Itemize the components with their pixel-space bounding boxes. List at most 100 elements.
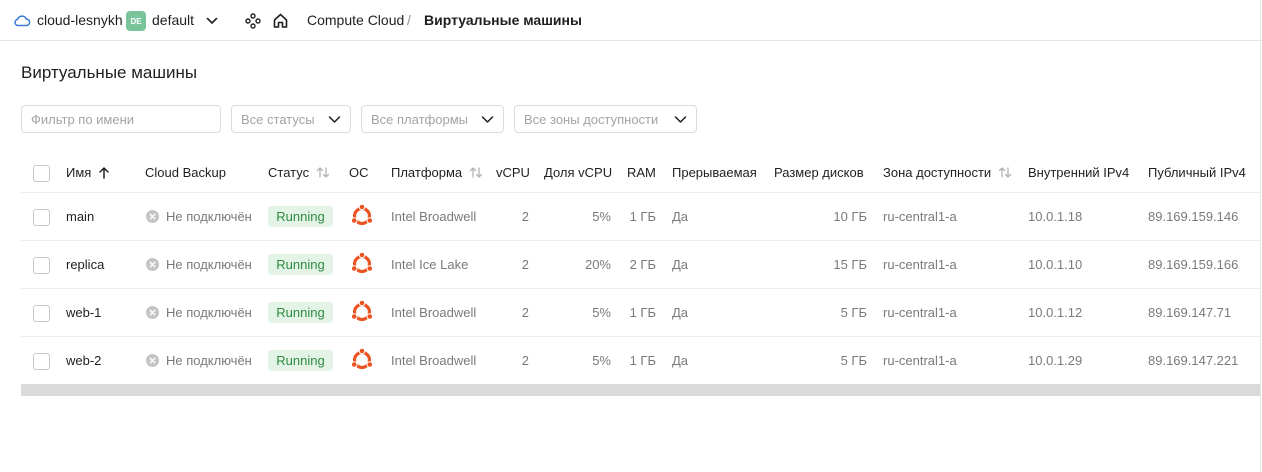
public-ip: 89.169.159.146 xyxy=(1148,209,1239,224)
backup-disconnected-icon xyxy=(146,258,159,271)
internal-ip: 10.0.1.10 xyxy=(1028,257,1083,272)
row-checkbox[interactable] xyxy=(33,257,50,274)
vm-name[interactable]: replica xyxy=(66,257,104,272)
disk-size: 15 ГБ xyxy=(833,257,867,272)
zone-select[interactable]: Все зоны доступности xyxy=(514,105,697,133)
platform: Intel Broadwell xyxy=(391,305,477,320)
backup-disconnected-icon xyxy=(146,306,159,319)
chevron-down-icon xyxy=(674,116,687,123)
backup-status: Не подключён xyxy=(166,209,252,224)
row-checkbox[interactable] xyxy=(33,305,50,322)
zone-select-value: Все зоны доступности xyxy=(524,112,659,127)
ram: 1 ГБ xyxy=(629,353,656,368)
preemptible: Да xyxy=(672,257,689,272)
preemptible: Да xyxy=(672,305,689,320)
column-status-label: Статус xyxy=(268,165,310,180)
top-bar: cloud-lesnykh DE default Compute Cloud /… xyxy=(0,0,1262,41)
sort-ascending-icon xyxy=(99,167,109,179)
home-icon[interactable] xyxy=(272,12,289,29)
column-header-ram: RAM xyxy=(627,165,656,180)
row-checkbox[interactable] xyxy=(33,209,50,226)
sort-icon xyxy=(998,167,1011,178)
row-divider xyxy=(21,288,1260,289)
ram: 2 ГБ xyxy=(629,257,656,272)
backup-status: Не подключён xyxy=(166,353,252,368)
public-ip: 89.169.159.166 xyxy=(1148,257,1239,272)
column-header-name[interactable]: Имя xyxy=(66,165,110,180)
column-header-vcpu: vCPU xyxy=(496,165,530,180)
vcpu-share: 5% xyxy=(592,305,611,320)
breadcrumb-current: Виртуальные машины xyxy=(424,12,582,28)
breadcrumb-service[interactable]: Compute Cloud xyxy=(307,12,404,28)
public-ip: 89.169.147.221 xyxy=(1148,353,1239,368)
chevron-down-icon[interactable] xyxy=(205,14,219,28)
column-header-status[interactable]: Статус xyxy=(268,165,330,180)
ubuntu-icon xyxy=(350,203,374,226)
vcpu: 2 xyxy=(521,209,529,224)
disk-size: 5 ГБ xyxy=(840,305,867,320)
platform: Intel Broadwell xyxy=(391,353,477,368)
column-header-disk-size: Размер дисков xyxy=(774,165,864,180)
row-divider xyxy=(21,192,1260,193)
status-select[interactable]: Все статусы xyxy=(231,105,351,133)
column-header-preemptible: Прерываемая xyxy=(672,165,757,180)
backup-status: Не подключён xyxy=(166,305,252,320)
internal-ip: 10.0.1.18 xyxy=(1028,209,1083,224)
platform: Intel Ice Lake xyxy=(391,257,469,272)
status-badge: Running xyxy=(268,206,333,227)
ram: 1 ГБ xyxy=(629,305,656,320)
preemptible: Да xyxy=(672,353,689,368)
status-badge: Running xyxy=(268,254,333,275)
column-header-public-ip: Публичный IPv4 xyxy=(1148,165,1246,180)
column-header-platform[interactable]: Платформа xyxy=(391,165,483,180)
select-all-checkbox[interactable] xyxy=(33,165,50,182)
vcpu-share: 5% xyxy=(592,353,611,368)
ubuntu-icon xyxy=(350,299,374,322)
vcpu: 2 xyxy=(521,305,529,320)
vcpu-share: 20% xyxy=(584,257,611,272)
sort-icon xyxy=(469,167,482,178)
zone: ru-central1-a xyxy=(883,353,957,368)
column-header-zone[interactable]: Зона доступности xyxy=(883,165,1012,180)
backup-disconnected-icon xyxy=(146,210,159,223)
platform-select-value: Все платформы xyxy=(371,112,468,127)
divider xyxy=(1260,0,1261,472)
vcpu: 2 xyxy=(521,257,529,272)
backup-disconnected-icon xyxy=(146,354,159,367)
vcpu-share: 5% xyxy=(592,209,611,224)
column-header-vcpu-share: Доля vCPU xyxy=(544,165,613,180)
cloud-icon xyxy=(14,15,31,27)
vm-name[interactable]: web-2 xyxy=(66,353,101,368)
vcpu: 2 xyxy=(521,353,529,368)
column-header-backup: Cloud Backup xyxy=(145,165,226,180)
zone: ru-central1-a xyxy=(883,305,957,320)
ubuntu-icon xyxy=(350,251,374,274)
internal-ip: 10.0.1.29 xyxy=(1028,353,1083,368)
horizontal-scrollbar[interactable] xyxy=(21,384,1260,396)
column-zone-label: Зона доступности xyxy=(883,165,992,180)
platform: Intel Broadwell xyxy=(391,209,477,224)
chevron-down-icon xyxy=(328,116,341,123)
folder-name[interactable]: default xyxy=(152,12,194,28)
column-name-label: Имя xyxy=(66,165,92,180)
disk-size: 10 ГБ xyxy=(833,209,867,224)
status-badge: Running xyxy=(268,350,333,371)
row-checkbox[interactable] xyxy=(33,353,50,370)
folder-badge: DE xyxy=(126,11,146,31)
ubuntu-icon xyxy=(350,347,374,370)
chevron-down-icon xyxy=(481,116,494,123)
vm-name[interactable]: web-1 xyxy=(66,305,101,320)
row-divider xyxy=(21,240,1260,241)
column-header-os: ОС xyxy=(349,165,369,180)
row-divider xyxy=(21,336,1260,337)
vm-name[interactable]: main xyxy=(66,209,94,224)
page-title: Виртуальные машины xyxy=(21,63,198,82)
cloud-name[interactable]: cloud-lesnykh xyxy=(37,12,123,28)
platform-select[interactable]: Все платформы xyxy=(361,105,504,133)
breadcrumb-separator: / xyxy=(407,12,411,28)
disk-size: 5 ГБ xyxy=(840,353,867,368)
name-filter-input[interactable] xyxy=(21,105,221,133)
zone: ru-central1-a xyxy=(883,257,957,272)
services-icon[interactable] xyxy=(245,13,261,29)
ram: 1 ГБ xyxy=(629,209,656,224)
